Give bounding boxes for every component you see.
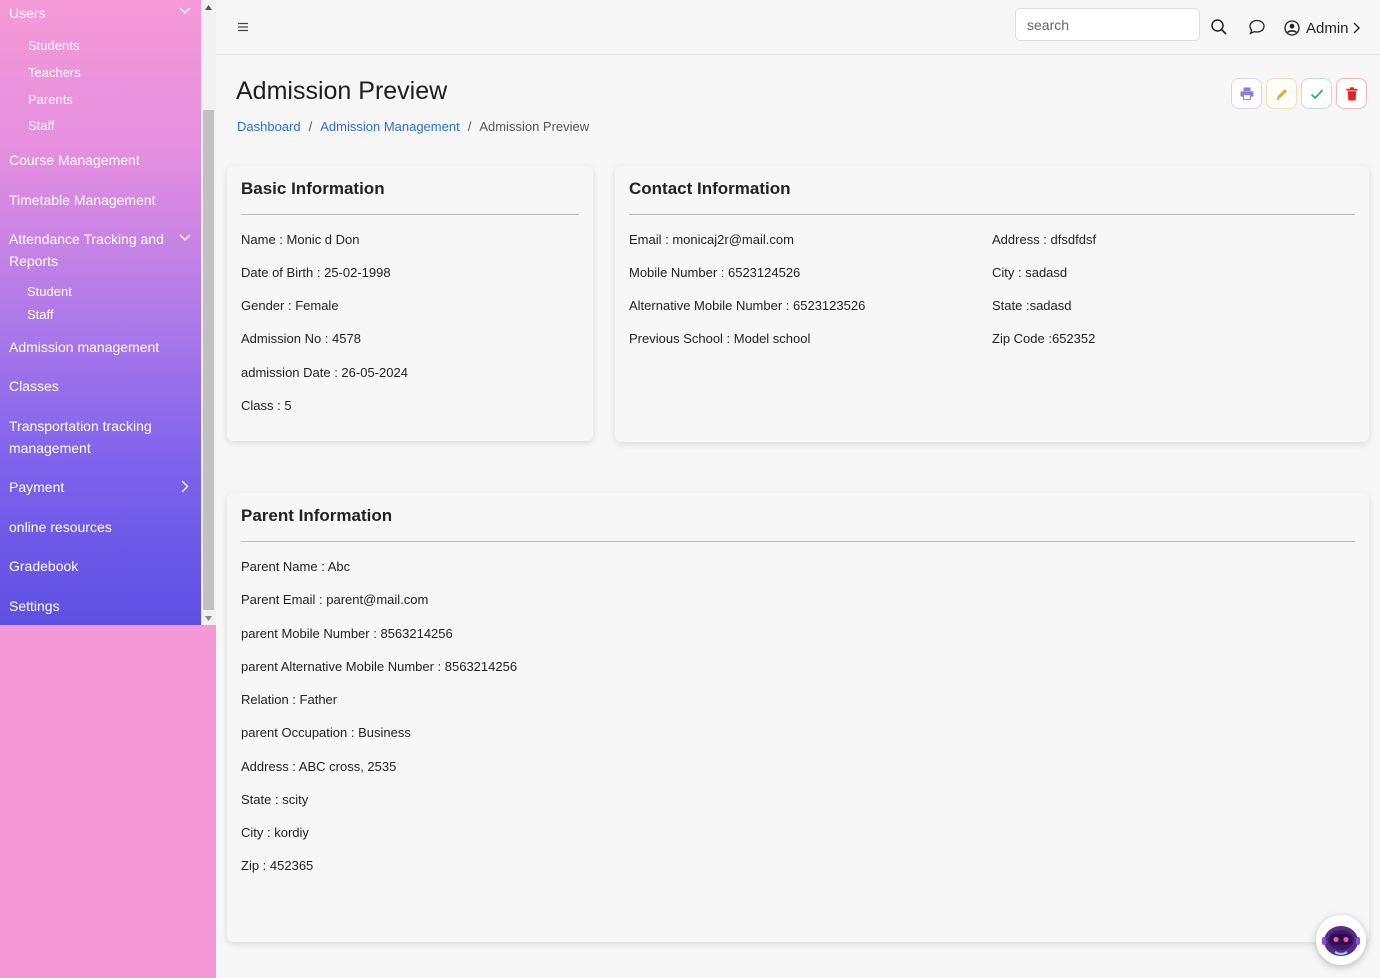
chevron-down-icon[interactable]	[179, 7, 191, 17]
sidebar-item-classes[interactable]: Classes	[9, 375, 59, 397]
field-parent-state: State : scity	[241, 792, 309, 807]
scroll-up-icon[interactable]	[201, 0, 216, 14]
field-alternative-mobile: Alternative Mobile Number : 6523123526	[629, 298, 866, 313]
menu-icon[interactable]	[237, 20, 249, 32]
sidebar-subitem-parents[interactable]: Parents	[28, 91, 73, 109]
field-admission-date: admission Date : 26-05-2024	[241, 365, 408, 380]
field-admission-no: Admission No : 4578	[241, 331, 361, 346]
field-relation: Relation : Father	[241, 692, 338, 707]
field-parent-zip: Zip : 452365	[241, 858, 314, 873]
field-previous-school: Previous School : Model school	[629, 331, 811, 346]
print-button[interactable]	[1231, 78, 1262, 109]
parent-information-title: Parent Information	[241, 506, 393, 525]
sidebar-item-course[interactable]: Course Management	[9, 149, 140, 171]
field-parent-city: City : kordiy	[241, 825, 309, 840]
sidebar-subitem-teachers[interactable]: Teachers	[28, 64, 81, 82]
sidebar-item-attendance-line2[interactable]: Reports	[9, 250, 58, 272]
field-parent-email: Parent Email : parent@mail.com	[241, 592, 429, 607]
parent-information-card: Parent Information Parent Name : Abc Par…	[227, 493, 1369, 942]
sidebar-item-transport-line2[interactable]: management	[9, 437, 91, 459]
field-zip-code: Zip Code :652352	[992, 331, 1096, 346]
chevron-down-icon[interactable]	[179, 234, 191, 244]
sidebar-item-transport[interactable]: Transportation tracking	[9, 415, 152, 437]
breadcrumb-dashboard[interactable]: Dashboard	[237, 119, 301, 134]
sidebar-item-payment[interactable]: Payment	[9, 476, 64, 498]
sidebar-subitem-staff-attendance[interactable]: Staff	[27, 306, 54, 324]
field-parent-address: Address : ABC cross, 2535	[241, 759, 397, 774]
delete-button[interactable]	[1336, 78, 1367, 109]
admin-menu[interactable]: Admin	[1284, 17, 1360, 39]
chevron-right-icon[interactable]	[181, 480, 191, 493]
field-parent-name: Parent Name : Abc	[241, 559, 351, 574]
sidebar-item-timetable[interactable]: Timetable Management	[9, 189, 156, 211]
breadcrumb-admission-management[interactable]: Admission Management	[320, 119, 459, 134]
field-gender: Gender : Female	[241, 298, 339, 313]
field-parent-occupation: parent Occupation : Business	[241, 725, 411, 740]
search-input[interactable]	[1015, 8, 1200, 41]
field-mobile-number: Mobile Number : 6523124526	[629, 265, 801, 280]
breadcrumb-current: Admission Preview	[479, 119, 590, 134]
pencil-icon	[1275, 88, 1287, 100]
sidebar-item-attendance[interactable]: Attendance Tracking and	[9, 228, 164, 250]
breadcrumb: Dashboard / Admission Management / Admis…	[237, 119, 589, 134]
chatbot-button[interactable]	[1316, 915, 1366, 965]
divider	[629, 214, 1355, 215]
field-state: State :sadasd	[992, 298, 1072, 313]
basic-information-title: Basic Information	[241, 179, 385, 198]
check-icon	[1310, 88, 1323, 99]
breadcrumb-separator: /	[308, 119, 313, 134]
sidebar-item-online-resources[interactable]: online resources	[9, 516, 112, 538]
sidebar-item-gradebook[interactable]: Gradebook	[9, 555, 78, 577]
field-parent-alt-mobile: parent Alternative Mobile Number : 85632…	[241, 659, 518, 674]
field-date-of-birth: Date of Birth : 25-02-1998	[241, 265, 391, 280]
admin-label: Admin	[1306, 19, 1349, 37]
sidebar-subitem-students[interactable]: Students	[28, 37, 79, 55]
breadcrumb-separator: /	[467, 119, 472, 134]
sidebar-subitem-student[interactable]: Student	[27, 283, 72, 301]
field-parent-mobile: parent Mobile Number : 8563214256	[241, 626, 453, 641]
user-circle-icon	[1284, 20, 1300, 36]
trash-icon	[1346, 86, 1357, 100]
field-address: Address : dfsdfdsf	[992, 232, 1097, 247]
field-city: City : sadasd	[992, 265, 1068, 280]
field-email: Email : monicaj2r@mail.com	[629, 232, 794, 247]
contact-information-card: Contact Information Email : monicaj2r@ma…	[615, 166, 1369, 442]
chat-icon[interactable]	[1248, 18, 1266, 36]
divider	[241, 541, 1355, 542]
divider	[241, 214, 579, 215]
basic-information-card: Basic Information Name : Monic d Don Dat…	[227, 166, 593, 441]
sidebar-subitem-staff[interactable]: Staff	[28, 117, 55, 135]
contact-information-title: Contact Information	[629, 179, 791, 198]
top-bar: Admin	[216, 0, 1380, 55]
chevron-right-icon	[1353, 22, 1360, 34]
edit-button[interactable]	[1266, 78, 1297, 109]
sidebar: Users Students Teachers Parents Staff Co…	[0, 0, 201, 625]
field-name: Name : Monic d Don	[241, 232, 360, 247]
sidebar-scrollbar-thumb[interactable]	[203, 110, 214, 610]
sidebar-item-admission[interactable]: Admission management	[9, 336, 159, 358]
chatbot-icon	[1322, 926, 1360, 956]
sidebar-item-settings[interactable]: Settings	[9, 595, 60, 617]
page-title: Admission Preview	[236, 77, 448, 105]
approve-button[interactable]	[1301, 78, 1332, 109]
sidebar-item-users[interactable]: Users	[9, 2, 46, 24]
search-icon[interactable]	[1210, 18, 1228, 36]
scroll-down-icon[interactable]	[201, 611, 216, 625]
field-class: Class : 5	[241, 398, 292, 413]
print-icon	[1240, 87, 1253, 100]
